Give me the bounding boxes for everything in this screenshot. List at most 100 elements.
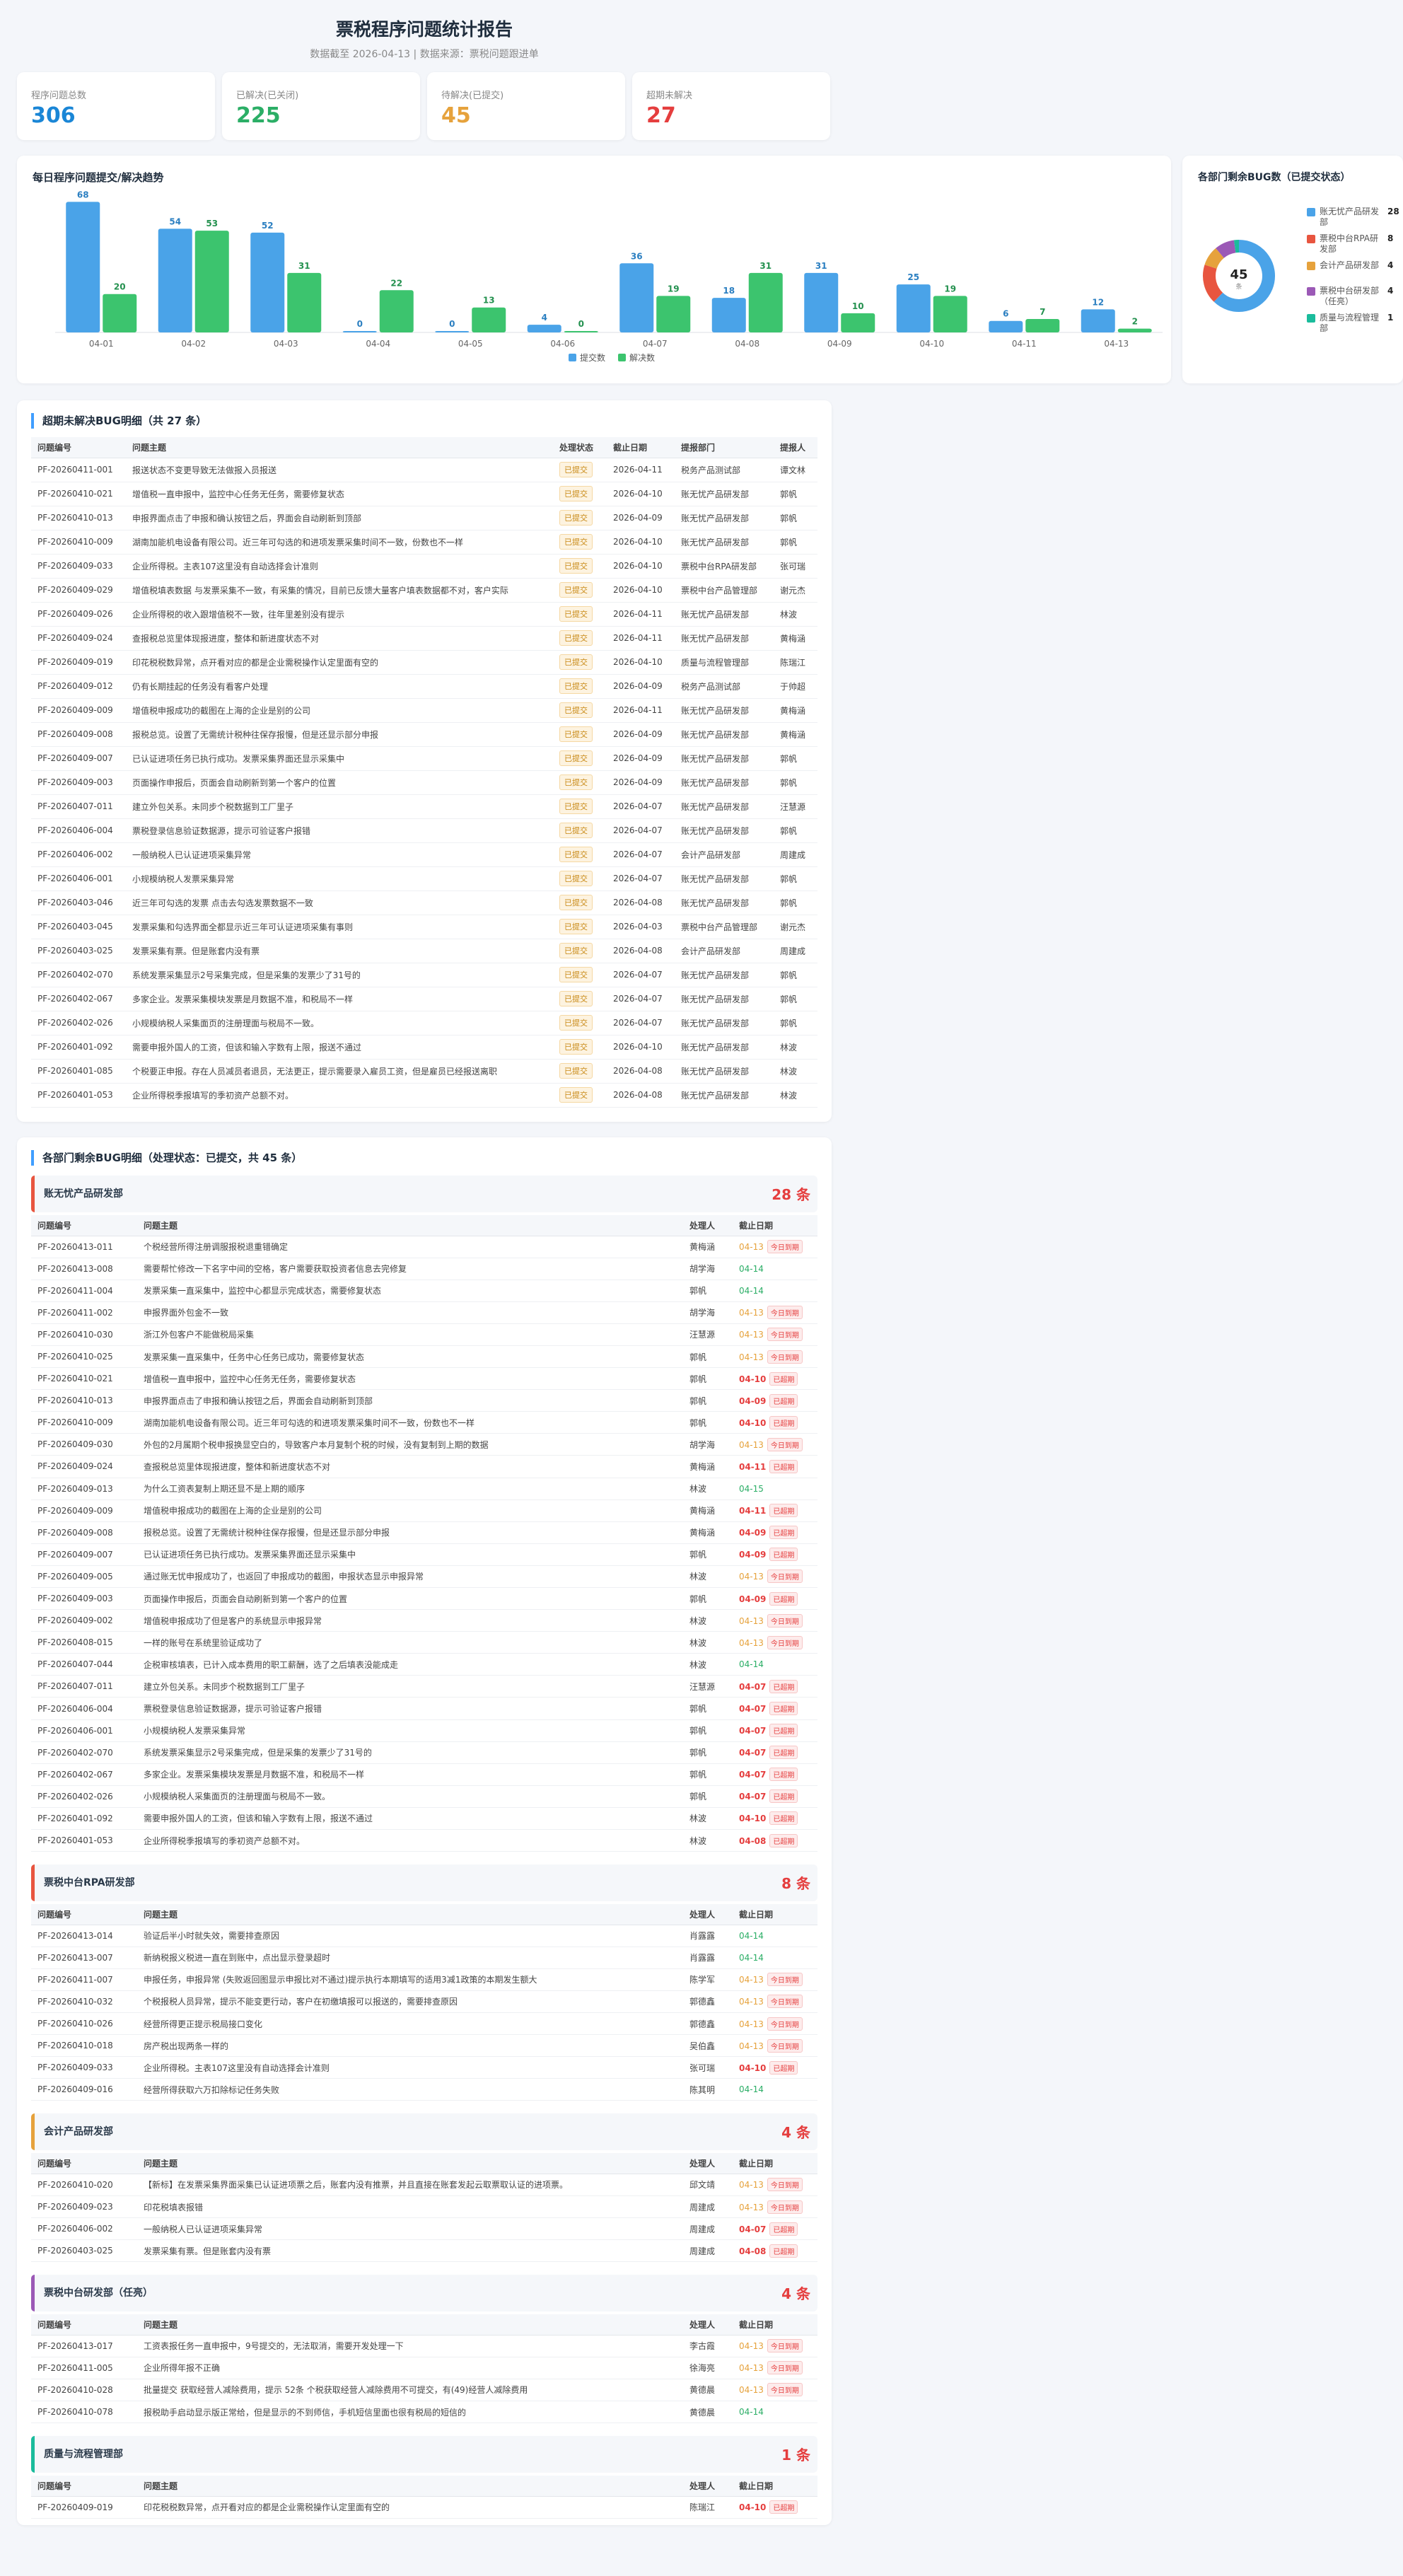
- table-row[interactable]: PF-20260409-009 增值税申报成功的截图在上海的企业是别的公司 黄梅涵 0…: [31, 1499, 817, 1522]
- table-row[interactable]: PF-20260408-015 一样的账号在系统里验证成功了 林波 04-13 今日到期: [31, 1631, 817, 1654]
- trend-bar-value: 52: [262, 221, 274, 231]
- table-row[interactable]: PF-20260409-026 企业所得税的收入跟增值税不一致，往年里差别没有提示…: [31, 602, 817, 627]
- table-row[interactable]: PF-20260401-085 个税要正申报。存在人员减员者退员，无法更正，提示需…: [31, 1059, 817, 1084]
- table-row[interactable]: PF-20260409-030 外包的2月属期个税申报换显空白的，导致客户本月复制…: [31, 1433, 817, 1456]
- table-cell: 黄梅涵: [774, 626, 817, 651]
- table-row[interactable]: PF-20260409-019 印花税税数异常，点开看对应的都是企业需税操作认定里…: [31, 650, 817, 675]
- table-row[interactable]: PF-20260409-003 页面操作申报后，页面会自动刷新到第一个客户的位置 已…: [31, 770, 817, 795]
- table-row[interactable]: PF-20260409-007 已认证进项任务已执行成功。发票采集界面还显示采集中…: [31, 746, 817, 771]
- table-row[interactable]: PF-20260410-032 个税报税人员异常，提示不能变更行动，客户在初缴填报…: [31, 1990, 817, 2014]
- table-row[interactable]: PF-20260413-014 验证后半小时就失效，需要排查原因 肖露露 04-14: [31, 1925, 817, 1947]
- due-date: 04-10: [739, 2062, 767, 2073]
- table-row[interactable]: PF-20260409-005 通过账无忧申报成功了，也返回了申报成功的截图，申报…: [31, 1565, 817, 1589]
- cell-text: 账无忧产品研发部: [681, 705, 750, 716]
- table-row[interactable]: PF-20260410-013 申报界面点击了申报和确认按钮之后，界面会自动刷新到…: [31, 1389, 817, 1412]
- overdue-tag: 已超期: [769, 1811, 798, 1826]
- table-row[interactable]: PF-20260402-026 小规模纳税人采集面页的注册理面与税局不一致。 已提交…: [31, 1011, 817, 1035]
- table-row[interactable]: PF-20260411-005 企业所得年报不正确 徐海亮 04-13 今日到期: [31, 2357, 817, 2379]
- cell-text: PF-20260409-003: [37, 777, 113, 787]
- table-row[interactable]: PF-20260411-004 发票采集一直采集中，监控中心都显示完成状态，需要修…: [31, 1280, 817, 1302]
- table-row[interactable]: PF-20260409-002 增值税申报成功了但是客户的系统显示申报异常 林波 04…: [31, 1609, 817, 1632]
- table-cell: 郭帆: [683, 1345, 733, 1369]
- table-cell: 胡学海: [683, 1433, 733, 1456]
- table-row[interactable]: PF-20260410-021 增值税一直申报中，监控中心任务无任务，需要修复状态…: [31, 482, 817, 506]
- table-row[interactable]: PF-20260403-046 近三年可勾选的发票 点击去勾选发票数据不一致 已提交…: [31, 890, 817, 915]
- table-row[interactable]: PF-20260410-021 增值税一直申报中，监控中心任务无任务，需要修复状态…: [31, 1367, 817, 1391]
- table-cell: PF-20260409-008: [31, 1521, 137, 1544]
- table-row[interactable]: PF-20260406-004 票税登录信息验证数据源，提示可验证客户报错 已提交 2…: [31, 818, 817, 843]
- cell-text: 系统发票采集显示2号采集完成，但是采集的发票少了31号的: [144, 1748, 372, 1758]
- table-row[interactable]: PF-20260409-024 查报税总览里体现报进度，整体和新进度状态不对 已提交…: [31, 626, 817, 651]
- table-row[interactable]: PF-20260410-020 【新标】在发票采集界面采集已认证进项票之后，账套内…: [31, 2174, 817, 2196]
- table-row[interactable]: PF-20260413-017 工资表报任务一直申报中，9号提交的，无法取消，需要…: [31, 2335, 817, 2357]
- table-row[interactable]: PF-20260407-011 建立外包关系。未同步个税数据到工厂里子 汪慧源 04-…: [31, 1675, 817, 1698]
- table-cell: 系统发票采集显示2号采集完成，但是采集的发票少了31号的: [126, 963, 553, 987]
- table-row[interactable]: PF-20260411-007 申报任务，申报异常 (失败返回图显示申报比对不通过…: [31, 1968, 817, 1991]
- table-row[interactable]: PF-20260409-019 印花税税数异常，点开看对应的都是企业需税操作认定里…: [31, 2496, 817, 2519]
- table-row[interactable]: PF-20260410-018 房产税出现两条一样的 吴伯鑫 04-13 今日到期: [31, 2034, 817, 2058]
- table-row[interactable]: PF-20260409-013 为什么工资表复制上期还显不是上期的顺序 林波 04-1…: [31, 1478, 817, 1500]
- table-row[interactable]: PF-20260410-009 湖南加能机电设备有限公司。近三年可勾选的和进项发票…: [31, 530, 817, 555]
- table-row[interactable]: PF-20260402-070 系统发票采集显示2号采集完成，但是采集的发票少了3…: [31, 1741, 817, 1764]
- cell-text: 周建成: [780, 849, 806, 860]
- table-row[interactable]: PF-20260406-004 票税登录信息验证数据源，提示可验证客户报错 郭帆 04…: [31, 1697, 817, 1720]
- table-row[interactable]: PF-20260401-092 需要申报外国人的工资，但该和输入字数有上限，报送不…: [31, 1035, 817, 1060]
- table-row[interactable]: PF-20260406-002 一般纳税人已认证进项采集异常 已提交 2026-04-…: [31, 842, 817, 867]
- table-row[interactable]: PF-20260403-025 发票采集有票。但是账套内没有票 已提交 2026-04…: [31, 939, 817, 963]
- table-row[interactable]: PF-20260410-028 批量提交 获取经营人减除费用，提示 52条 个税获…: [31, 2379, 817, 2402]
- table-row[interactable]: PF-20260407-044 企税审核填表，已计入成本费用的职工薪酬，选了之后填…: [31, 1653, 817, 1676]
- table-cell: PF-20260402-026: [31, 1785, 137, 1808]
- table-row[interactable]: PF-20260401-092 需要申报外国人的工资，但该和输入字数有上限，报送不…: [31, 1807, 817, 1831]
- table-row[interactable]: PF-20260407-011 建立外包关系。未同步个税数据到工厂里子 已提交 202…: [31, 794, 817, 819]
- table-row[interactable]: PF-20260409-023 印花税填表报错 周建成 04-13 今日到期: [31, 2195, 817, 2219]
- table-row[interactable]: PF-20260409-016 经营所得获取六万扣除标记任务失败 陈其明 04-14: [31, 2078, 817, 2101]
- table-cell: 会计产品研发部: [675, 939, 774, 963]
- table-row[interactable]: PF-20260403-025 发票采集有票。但是账套内没有票 周建成 04-08 已超…: [31, 2239, 817, 2263]
- table-row[interactable]: PF-20260410-078 报税助手启动显示版正常给，但是显示的不到师信，手机…: [31, 2401, 817, 2424]
- table-row[interactable]: PF-20260406-002 一般纳税人已认证进项采集异常 周建成 04-07 已超期: [31, 2217, 817, 2241]
- cell-text: PF-20260409-008: [37, 729, 113, 739]
- table-row[interactable]: PF-20260410-013 申报界面点击了申报和确认按钮之后，界面会自动刷新到…: [31, 506, 817, 530]
- table-row[interactable]: PF-20260411-001 报送状态不变更导致无法做报入员报送 已提交 2026-…: [31, 458, 817, 482]
- table-row[interactable]: PF-20260409-008 报税总览。设置了无需统计税种往保存报慢，但是还显示…: [31, 1521, 817, 1544]
- cell-text: 印花税填表报错: [144, 2202, 204, 2212]
- table-row[interactable]: PF-20260411-002 申报界面外包金不一致 胡学海 04-13 今日到期: [31, 1301, 817, 1324]
- table-cell: 陈学军: [683, 1968, 733, 1991]
- table-row[interactable]: PF-20260409-029 增值税填表数据 与发票采集不一致，有采集的情况，目…: [31, 578, 817, 603]
- table-row[interactable]: PF-20260409-024 查报税总览里体现报进度，整体和新进度状态不对 黄梅涵…: [31, 1455, 817, 1478]
- table-cell: 发票采集有票。但是账套内没有票: [126, 939, 553, 963]
- table-row[interactable]: PF-20260403-045 发票采集和勾选界面全都显示近三年可认证进项采集有事…: [31, 915, 817, 939]
- table-row[interactable]: PF-20260410-025 发票采集一直采集中，任务中心任务已成功，需要修复状…: [31, 1345, 817, 1369]
- status-badge: 已提交: [559, 943, 593, 958]
- table-row[interactable]: PF-20260409-033 企业所得税。主表107这里没有自动选择会计准则 张可…: [31, 2056, 817, 2079]
- table-row[interactable]: PF-20260402-067 多家企业。发票采集模块发票是月数据不准，和税局不一…: [31, 987, 817, 1011]
- table-row[interactable]: PF-20260406-001 小规模纳税人发票采集异常 已提交 2026-04-07…: [31, 866, 817, 891]
- table-cell: 2026-04-10: [607, 578, 675, 603]
- table-row[interactable]: PF-20260410-026 经营所得更正提示税局接口变化 郭德鑫 04-13 今日到…: [31, 2012, 817, 2036]
- table-row[interactable]: PF-20260402-067 多家企业。发票采集模块发票是月数据不准，和税局不一…: [31, 1763, 817, 1786]
- table-row[interactable]: PF-20260409-007 已认证进项任务已执行成功。发票采集界面还显示采集中…: [31, 1543, 817, 1566]
- table-row[interactable]: PF-20260409-033 企业所得税。主表107这里没有自动选择会计准则 已提…: [31, 554, 817, 579]
- table-row[interactable]: PF-20260413-008 需要帮忙修改一下名字中间的空格，客户需要获取投资者…: [31, 1258, 817, 1280]
- cell-text: 汪慧源: [689, 1330, 716, 1340]
- table-row[interactable]: PF-20260409-008 报税总览。设置了无需统计税种往保存报慢，但是还显示…: [31, 722, 817, 747]
- table-row[interactable]: PF-20260409-009 增值税申报成功的截图在上海的企业是别的公司 已提交 2…: [31, 698, 817, 723]
- table-row[interactable]: PF-20260409-012 仍有长期挂起的任务没有看客户处理 已提交 2026-0…: [31, 674, 817, 699]
- trend-bar-value: 31: [759, 261, 772, 271]
- status-badge: 已提交: [559, 799, 593, 814]
- due-date: 04-11: [739, 1506, 767, 1516]
- table-row[interactable]: PF-20260409-003 页面操作申报后，页面会自动刷新到第一个客户的位置 郭…: [31, 1587, 817, 1611]
- table-row[interactable]: PF-20260406-001 小规模纳税人发票采集异常 郭帆 04-07 已超期: [31, 1719, 817, 1742]
- table-row[interactable]: PF-20260413-011 个税经营所得注册调服报税退重错确定 黄梅涵 04-13…: [31, 1236, 817, 1258]
- table-row[interactable]: PF-20260410-009 湖南加能机电设备有限公司。近三年可勾选的和进项发票…: [31, 1411, 817, 1434]
- dept-group: 票税中台RPA研发部 8 条问题编号 问题主题 处理人 截止日期 PF-20260413-…: [31, 1864, 817, 2101]
- table-row[interactable]: PF-20260401-053 企业所得税季报填写的季初资产总额不对。 已提交 202…: [31, 1083, 817, 1108]
- table-row[interactable]: PF-20260401-053 企业所得税季报填写的季初资产总额不对。 林波 04-0…: [31, 1829, 817, 1852]
- table-row[interactable]: PF-20260413-007 新纳税报义税进一直在到账中，点出显示登录超时 肖露露…: [31, 1946, 817, 1969]
- table-row[interactable]: PF-20260410-030 浙江外包客户不能做税局采集 汪慧源 04-13 今日到期: [31, 1323, 817, 1346]
- table-row[interactable]: PF-20260402-026 小规模纳税人采集面页的注册理面与税局不一致。 郭帆 0…: [31, 1785, 817, 1808]
- table-cell: 需要帮忙修改一下名字中间的空格，客户需要获取投资者信息去完修复: [137, 1258, 683, 1280]
- cell-text: 一样的账号在系统里验证成功了: [144, 1637, 263, 1648]
- cell-text: PF-20260409-019: [37, 2502, 113, 2512]
- table-row[interactable]: PF-20260402-070 系统发票采集显示2号采集完成，但是采集的发票少了3…: [31, 963, 817, 987]
